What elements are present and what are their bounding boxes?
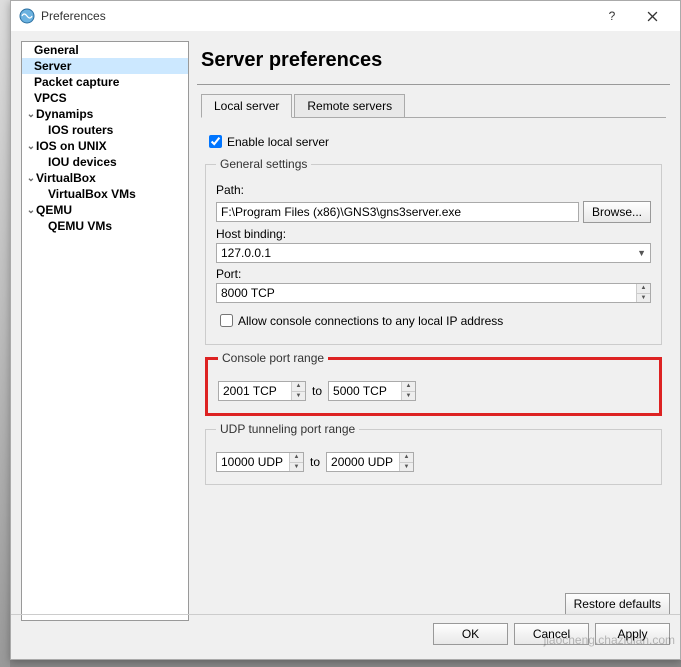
spin-down-icon[interactable]: ▼ (637, 294, 650, 303)
restore-defaults-button[interactable]: Restore defaults (565, 593, 670, 615)
spin-down-icon[interactable]: ▼ (400, 463, 413, 472)
tab-remote-servers[interactable]: Remote servers (294, 94, 405, 118)
sidebar-item-label: QEMU VMs (48, 219, 112, 233)
enable-local-server-row: Enable local server (205, 132, 662, 151)
sidebar-item-label: VPCS (34, 91, 67, 105)
cancel-button[interactable]: Cancel (514, 623, 589, 645)
console-port-from-value: 2001 TCP (219, 382, 291, 400)
sidebar-item-dynamips[interactable]: ⌄Dynamips (22, 106, 188, 122)
sidebar-item-qemu-vms[interactable]: QEMU VMs (22, 218, 188, 234)
console-port-range-legend: Console port range (218, 351, 328, 365)
dialog-buttons: OK Cancel Apply (11, 614, 680, 653)
main-panel: Server preferences Local server Remote s… (197, 41, 670, 621)
sidebar-item-label: VirtualBox VMs (48, 187, 136, 201)
sidebar-item-virtualbox-vms[interactable]: VirtualBox VMs (22, 186, 188, 202)
udp-port-range-legend: UDP tunneling port range (216, 422, 359, 436)
page-title: Server preferences (197, 41, 670, 85)
spin-up-icon[interactable]: ▲ (637, 284, 650, 294)
enable-local-server-checkbox[interactable] (209, 135, 222, 148)
path-input[interactable] (216, 202, 579, 222)
restore-area: Restore defaults (197, 593, 670, 615)
allow-any-ip-checkbox[interactable] (220, 314, 233, 327)
general-settings-group: General settings Path: Browse... Host bi… (205, 157, 662, 345)
left-edge (0, 0, 10, 667)
range-to-label: to (310, 455, 320, 469)
udp-port-from-value: 10000 UDP (217, 453, 289, 471)
spin-up-icon[interactable]: ▲ (400, 453, 413, 463)
general-settings-legend: General settings (216, 157, 311, 171)
sidebar-item-iou-devices[interactable]: IOU devices (22, 154, 188, 170)
sidebar-item-label: IOS on UNIX (36, 139, 107, 153)
console-port-from-spinbox[interactable]: 2001 TCP ▲▼ (218, 381, 306, 401)
console-port-to-value: 5000 TCP (329, 382, 401, 400)
udp-port-from-spinbox[interactable]: 10000 UDP ▲▼ (216, 452, 304, 472)
content-area: GeneralServerPacket captureVPCS⌄Dynamips… (11, 31, 680, 659)
console-port-to-spinbox[interactable]: 5000 TCP ▲▼ (328, 381, 416, 401)
range-to-label: to (312, 384, 322, 398)
udp-port-to-value: 20000 UDP (327, 453, 399, 471)
sidebar-item-label: General (34, 43, 79, 57)
category-tree[interactable]: GeneralServerPacket captureVPCS⌄Dynamips… (21, 41, 189, 621)
allow-any-ip-label[interactable]: Allow console connections to any local I… (238, 314, 503, 328)
spin-down-icon[interactable]: ▼ (292, 392, 305, 401)
local-server-panel: Enable local server General settings Pat… (197, 118, 670, 499)
sidebar-item-label: IOU devices (48, 155, 117, 169)
sidebar-item-server[interactable]: Server (22, 58, 188, 74)
port-value: 8000 TCP (217, 284, 636, 302)
sidebar-item-packet-capture[interactable]: Packet capture (22, 74, 188, 90)
sidebar-item-label: Packet capture (34, 75, 119, 89)
sidebar-item-general[interactable]: General (22, 42, 188, 58)
console-port-range-group: Console port range 2001 TCP ▲▼ to 5000 T… (205, 351, 662, 416)
preferences-window: Preferences ? General Server Packet captur… (10, 0, 681, 660)
sidebar-item-ios-on-unix[interactable]: ⌄IOS on UNIX (22, 138, 188, 154)
titlebar: Preferences ? (11, 1, 680, 31)
tree-expand-icon[interactable]: ⌄ (26, 109, 36, 120)
sidebar-item-ios-routers[interactable]: IOS routers (22, 122, 188, 138)
spin-down-icon[interactable]: ▼ (290, 463, 303, 472)
app-icon (19, 8, 35, 24)
browse-button[interactable]: Browse... (583, 201, 651, 223)
udp-port-to-spinbox[interactable]: 20000 UDP ▲▼ (326, 452, 414, 472)
sidebar-item-vpcs[interactable]: VPCS (22, 90, 188, 106)
spin-up-icon[interactable]: ▲ (292, 382, 305, 392)
udp-port-range-group: UDP tunneling port range 10000 UDP ▲▼ to… (205, 422, 662, 485)
spin-down-icon[interactable]: ▼ (402, 392, 415, 401)
sidebar-item-label: Dynamips (36, 107, 93, 121)
sidebar-item-virtualbox[interactable]: ⌄VirtualBox (22, 170, 188, 186)
host-binding-value: 127.0.0.1 (221, 246, 271, 260)
port-label: Port: (216, 267, 651, 281)
spin-up-icon[interactable]: ▲ (290, 453, 303, 463)
apply-button[interactable]: Apply (595, 623, 670, 645)
path-label: Path: (216, 183, 651, 197)
tree-expand-icon[interactable]: ⌄ (26, 205, 36, 216)
sidebar-item-qemu[interactable]: ⌄QEMU (22, 202, 188, 218)
spin-up-icon[interactable]: ▲ (402, 382, 415, 392)
tab-local-server[interactable]: Local server (201, 94, 292, 118)
host-binding-label: Host binding: (216, 227, 651, 241)
window-title: Preferences (41, 9, 592, 23)
sidebar-item-label: QEMU (36, 203, 72, 217)
help-button[interactable]: ? (592, 1, 632, 31)
sidebar-item-label: VirtualBox (36, 171, 96, 185)
dropdown-arrow-icon: ▼ (637, 248, 646, 258)
sidebar-item-label: Server (34, 59, 71, 73)
port-spinbox[interactable]: 8000 TCP ▲▼ (216, 283, 651, 303)
sidebar-item-label: IOS routers (48, 123, 113, 137)
ok-button[interactable]: OK (433, 623, 508, 645)
enable-local-server-label[interactable]: Enable local server (227, 135, 329, 149)
close-button[interactable] (632, 1, 672, 31)
tree-expand-icon[interactable]: ⌄ (26, 141, 36, 152)
tree-expand-icon[interactable]: ⌄ (26, 173, 36, 184)
server-tabs: Local server Remote servers (201, 93, 666, 118)
host-binding-select[interactable]: 127.0.0.1 ▼ (216, 243, 651, 263)
